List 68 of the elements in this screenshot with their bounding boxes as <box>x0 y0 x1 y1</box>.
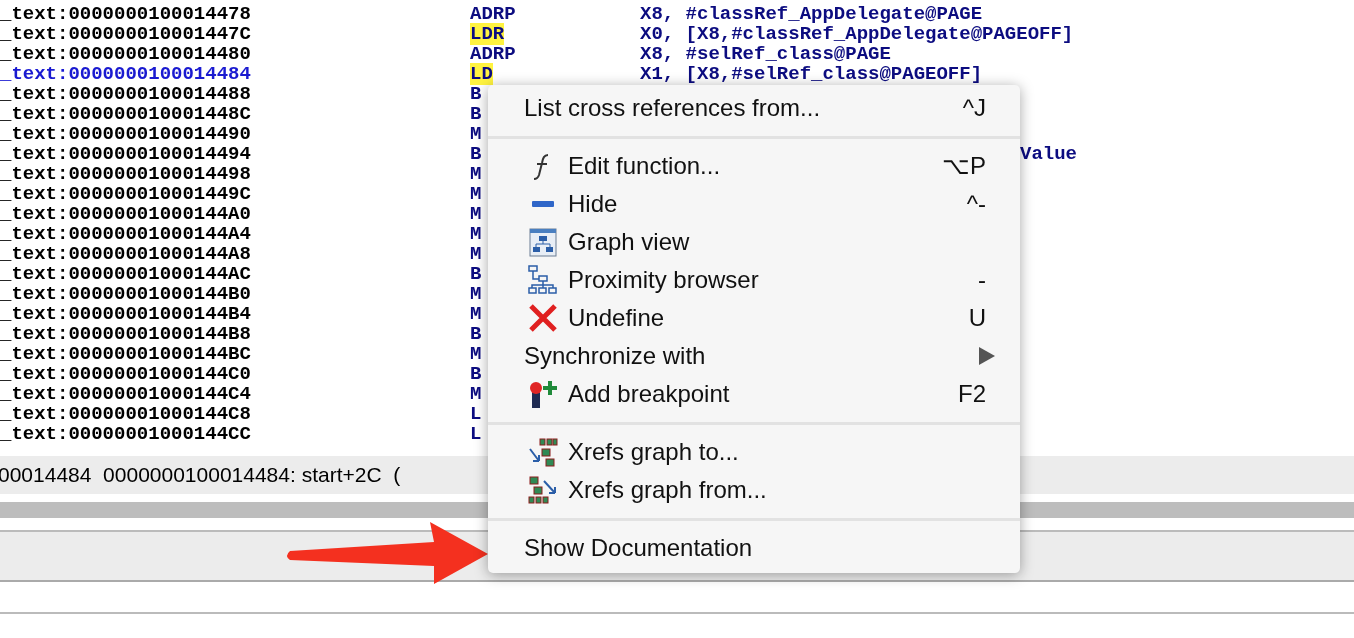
submenu-arrow-icon <box>978 346 996 366</box>
menu-item[interactable]: Show Documentation <box>488 529 1020 567</box>
address-text: _text:000000010001449C <box>0 183 252 205</box>
menu-item[interactable]: Proximity browser - <box>488 261 1020 299</box>
address-text: _text:00000001000144A0 <box>0 203 252 225</box>
menu-item[interactable]: List cross references from... ^J <box>488 89 1020 127</box>
mnemonic-text: ADRP <box>470 43 516 65</box>
graph-view-icon <box>528 227 558 257</box>
operand-text: X1, [X8,#selRef_class@PAGEOFF] <box>640 63 983 85</box>
mnemonic-text: M <box>470 123 482 145</box>
cross-icon <box>528 303 558 333</box>
menu-item[interactable]: Hide ^- <box>488 185 1020 223</box>
address-text: _text:00000001000144B0 <box>0 283 252 305</box>
minus-icon <box>532 201 554 207</box>
address-text: _text:00000001000144C4 <box>0 383 252 405</box>
mnemonic-text: B <box>470 323 482 345</box>
menu-item[interactable]: Xrefs graph from... <box>488 471 1020 509</box>
mnemonic-text: B <box>470 263 482 285</box>
mnemonic-text: M <box>470 243 482 265</box>
mnemonic-text: M <box>470 223 482 245</box>
mnemonic-text: M <box>470 183 482 205</box>
xref-graph-icon <box>528 475 558 505</box>
address-text: _text:00000001000144C8 <box>0 403 252 425</box>
mnemonic-text: B <box>470 103 482 125</box>
address-text: _text:0000000100014498 <box>0 163 252 185</box>
mnemonic-text: B <box>470 143 482 165</box>
breakpoint-icon <box>528 379 558 409</box>
mnemonic-text: B <box>470 83 482 105</box>
mnemonic-text: M <box>470 343 482 365</box>
hierarchy-icon <box>528 265 558 295</box>
address-text: _text:00000001000144A4 <box>0 223 252 245</box>
address-text: _text:0000000100014488 <box>0 83 252 105</box>
menu-item[interactable]: Edit function... ⌥P <box>488 147 1020 185</box>
address-text: _text:00000001000144C0 <box>0 363 252 385</box>
menu-item[interactable]: Graph view <box>488 223 1020 261</box>
xref-graph-icon <box>528 437 558 467</box>
address-text: _text:00000001000144CC <box>0 423 252 445</box>
mnemonic-text: LD <box>470 63 493 85</box>
operand-text: X8, #selRef_class@PAGE <box>640 43 891 65</box>
address-text: _text:000000010001448C <box>0 103 252 125</box>
mnemonic-text: L <box>470 403 482 425</box>
mnemonic-text: M <box>470 203 482 225</box>
mnemonic-text: M <box>470 303 482 325</box>
address-text: _text:0000000100014480 <box>0 43 252 65</box>
operand-text: X0, [X8,#classRef_AppDelegate@PAGEOFF] <box>640 23 1074 45</box>
address-text: _text:00000001000144AC <box>0 263 252 285</box>
address-text: _text:000000010001447C <box>0 23 252 45</box>
operand-text: X8, #classRef_AppDelegate@PAGE <box>640 3 983 25</box>
address-text: _text:00000001000144B4 <box>0 303 252 325</box>
address-text: _text:0000000100014490 <box>0 123 252 145</box>
menu-item[interactable]: Undefine U <box>488 299 1020 337</box>
address-text: _text:00000001000144B8 <box>0 323 252 345</box>
address-text: _text:0000000100014484 <box>0 63 252 85</box>
menu-item[interactable]: Synchronize with <box>488 337 1020 375</box>
mnemonic-text: M <box>470 163 482 185</box>
address-text: _text:0000000100014494 <box>0 143 252 165</box>
mnemonic-text: L <box>470 423 482 445</box>
address-text: _text:00000001000144BC <box>0 343 252 365</box>
menu-item[interactable]: Xrefs graph to... <box>488 433 1020 471</box>
address-text: _text:00000001000144A8 <box>0 243 252 265</box>
operand-text: Value <box>1020 143 1077 165</box>
address-text: _text:0000000100014478 <box>0 3 252 25</box>
mnemonic-text: B <box>470 363 482 385</box>
mnemonic-text: LDR <box>470 23 505 45</box>
menu-item[interactable]: Add breakpoint F2 <box>488 375 1020 413</box>
mnemonic-text: M <box>470 383 482 405</box>
mnemonic-text: M <box>470 283 482 305</box>
mnemonic-text: ADRP <box>470 3 516 25</box>
